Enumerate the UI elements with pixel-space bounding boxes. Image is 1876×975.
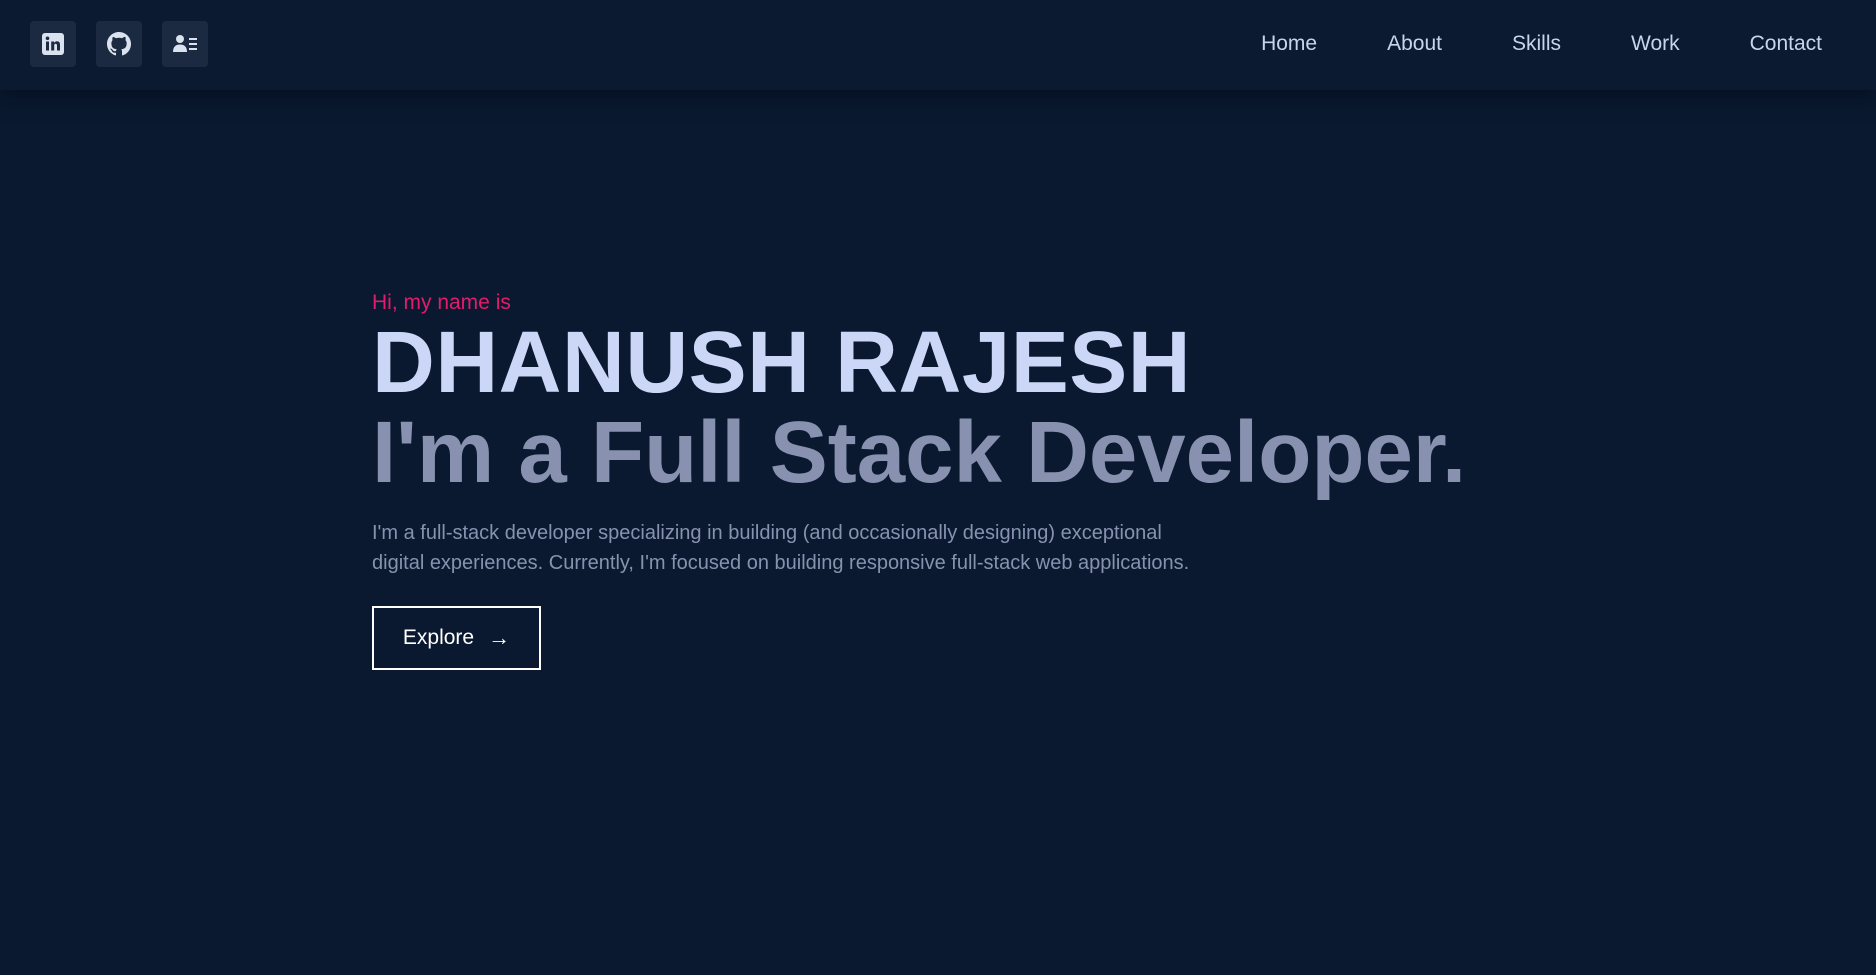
hero-description-line-2: digital experiences. Currently, I'm focu… [372,552,1190,574]
nav-item-contact[interactable]: Contact [1750,32,1822,56]
hero-name: DHANUSH RAJESH [372,314,1192,411]
explore-button-label: Explore [402,626,475,649]
github-link-button[interactable] [96,21,142,67]
contact-card-icon [172,33,198,55]
social-links [30,21,208,67]
hero-description: I'm a full-stack developer specializing … [372,518,1252,578]
nav-item-work[interactable]: Work [1631,32,1680,56]
explore-button[interactable]: Explore → [372,606,541,670]
arrow-right-icon: → [488,625,511,650]
linkedin-link-button[interactable] [30,21,76,67]
nav-item-home[interactable]: Home [1261,32,1317,56]
hero-description-line-1: I'm a full-stack developer specializing … [372,522,1162,544]
hero-role: I'm a Full Stack Developer. [372,404,1467,501]
main-nav: Home About Skills Work Contact [1261,0,1876,88]
nav-item-about[interactable]: About [1387,32,1442,56]
nav-item-skills[interactable]: Skills [1512,32,1561,56]
github-icon [107,32,131,56]
linkedin-icon [42,33,64,55]
resume-link-button[interactable] [162,21,208,67]
hero-section: Hi, my name is DHANUSH RAJESH I'm a Full… [372,288,1672,670]
top-navigation-bar: Home About Skills Work Contact [0,0,1876,90]
